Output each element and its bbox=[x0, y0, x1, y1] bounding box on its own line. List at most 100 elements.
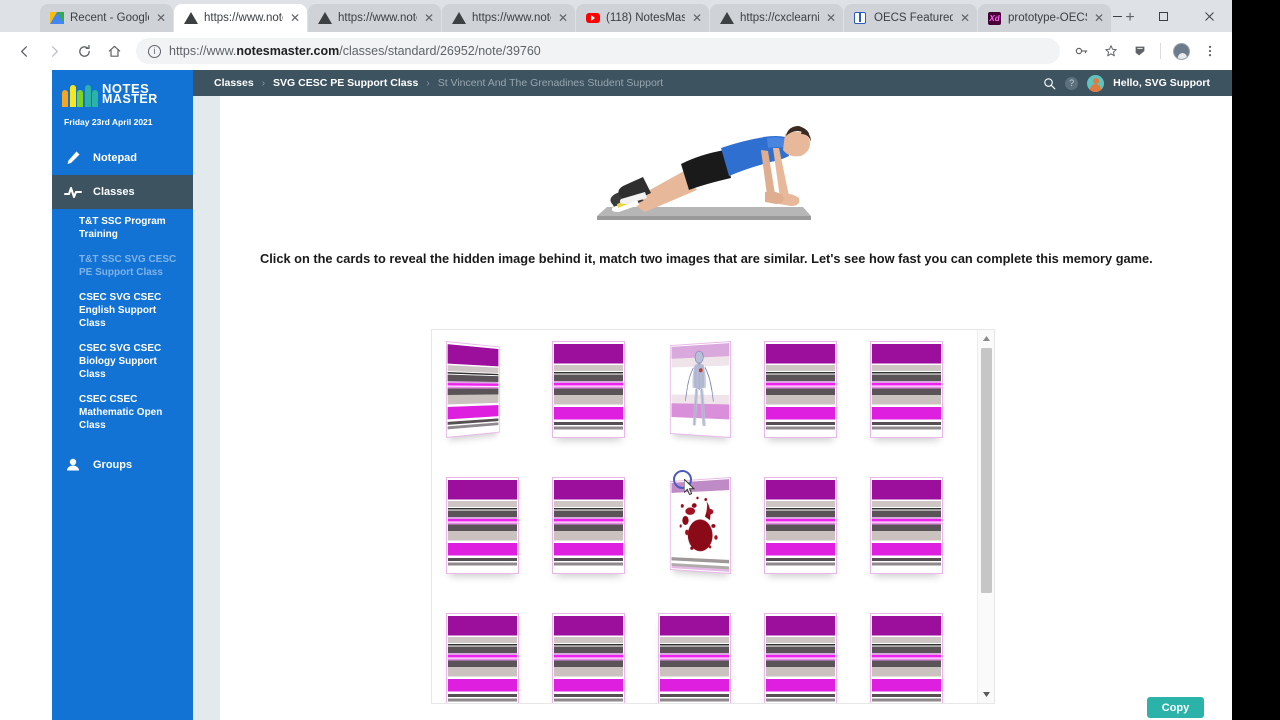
tab-title: (118) NotesMaster's Numb bbox=[606, 12, 685, 24]
card-back bbox=[764, 613, 837, 703]
sidebar-class-item[interactable]: CSEC CSEC Mathematic Open Class bbox=[52, 387, 193, 438]
browser-tab[interactable]: https://www.notesmaster.c ✕ bbox=[442, 4, 575, 32]
maximize-button[interactable] bbox=[1140, 0, 1186, 32]
memory-card-revealed[interactable] bbox=[669, 477, 731, 574]
notesmaster-logo[interactable]: NOTES MASTER bbox=[52, 70, 193, 107]
sidebar: NOTES MASTER Friday 23rd April 2021 Note… bbox=[52, 70, 193, 720]
memory-card[interactable] bbox=[870, 341, 943, 438]
reload-icon[interactable] bbox=[70, 37, 98, 65]
scroll-down-arrow-icon[interactable] bbox=[978, 686, 994, 703]
tab-close-icon[interactable]: ✕ bbox=[825, 12, 837, 24]
memory-card[interactable] bbox=[446, 613, 519, 703]
sidebar-class-item[interactable]: CSEC SVG CSEC English Support Class bbox=[52, 285, 193, 336]
memory-card[interactable] bbox=[764, 477, 837, 574]
forward-icon[interactable] bbox=[40, 37, 68, 65]
collections-icon[interactable] bbox=[1126, 37, 1154, 65]
top-bar-actions: ? Hello, SVG Support bbox=[1043, 70, 1210, 96]
scrollbar-thumb[interactable] bbox=[981, 348, 992, 593]
sidebar-class-item[interactable]: CSEC SVG CSEC Biology Support Class bbox=[52, 336, 193, 387]
close-button[interactable] bbox=[1186, 0, 1232, 32]
browser-tab[interactable]: Recent - Google Drive ✕ bbox=[40, 4, 173, 32]
sidebar-date: Friday 23rd April 2021 bbox=[64, 117, 153, 127]
tab-strip: Recent - Google Drive ✕ https://www.note… bbox=[0, 0, 1232, 32]
group-icon bbox=[64, 456, 82, 474]
memory-game-frame[interactable] bbox=[431, 329, 995, 704]
tab-close-icon[interactable]: ✕ bbox=[155, 12, 167, 24]
card-back bbox=[552, 477, 625, 574]
browser-tab[interactable]: Xd prototype-OECS-HIFI-desi ✕ bbox=[978, 4, 1111, 32]
card-back bbox=[552, 341, 625, 438]
user-avatar[interactable] bbox=[1087, 74, 1105, 92]
memory-card[interactable] bbox=[552, 613, 625, 703]
search-icon[interactable] bbox=[1043, 77, 1056, 90]
tab-close-icon[interactable]: ✕ bbox=[289, 12, 301, 24]
instruction-text: Click on the cards to reveal the hidden … bbox=[260, 251, 1153, 266]
key-icon[interactable] bbox=[1068, 37, 1096, 65]
tab-title: prototype-OECS-HIFI-desi bbox=[1008, 12, 1087, 24]
browser-tab[interactable]: (118) NotesMaster's Numb ✕ bbox=[576, 4, 709, 32]
sidebar-label: Notepad bbox=[93, 152, 137, 164]
card-front bbox=[669, 341, 731, 438]
browser-tab[interactable]: https://cxclearninginstitute ✕ bbox=[710, 4, 843, 32]
sidebar-label: Classes bbox=[93, 186, 135, 198]
sidebar-class-item-active[interactable]: T&T SSC SVG CESC PE Support Class bbox=[52, 247, 193, 285]
warning-triangle-icon bbox=[720, 11, 734, 25]
browser-tab-active[interactable]: https://www.notesmaster.c ✕ bbox=[174, 4, 307, 32]
breadcrumb-separator: › bbox=[261, 77, 266, 89]
help-question-icon[interactable]: ? bbox=[1065, 76, 1079, 90]
youtube-icon bbox=[586, 11, 600, 25]
memory-card-revealed[interactable] bbox=[669, 341, 731, 438]
memory-card[interactable] bbox=[446, 341, 500, 438]
memory-card[interactable] bbox=[764, 613, 837, 703]
bookmark-star-icon[interactable] bbox=[1097, 37, 1125, 65]
tab-close-icon[interactable]: ✕ bbox=[959, 12, 971, 24]
back-icon[interactable] bbox=[10, 37, 38, 65]
breadcrumb-class[interactable]: SVG CESC PE Support Class bbox=[273, 77, 418, 89]
oecs-icon bbox=[854, 11, 868, 25]
tab-close-icon[interactable]: ✕ bbox=[423, 12, 435, 24]
tab-close-icon[interactable]: ✕ bbox=[691, 12, 703, 24]
memory-card[interactable] bbox=[552, 477, 625, 574]
toolbar-divider bbox=[1160, 43, 1161, 59]
card-back bbox=[552, 613, 625, 703]
memory-card[interactable] bbox=[552, 341, 625, 438]
site-info-icon[interactable]: i bbox=[148, 44, 161, 58]
breadcrumb-classes[interactable]: Classes bbox=[214, 77, 254, 89]
mouse-cursor bbox=[684, 479, 695, 496]
card-row bbox=[446, 341, 943, 438]
tab-title: https://www.notesmaster.c bbox=[472, 12, 551, 24]
sidebar-item-classes[interactable]: Classes bbox=[52, 175, 193, 209]
browser-tab[interactable]: https://www.notesmaster.c ✕ bbox=[308, 4, 441, 32]
memory-card[interactable] bbox=[764, 341, 837, 438]
breadcrumb-separator: › bbox=[426, 77, 430, 89]
copy-button[interactable]: Copy bbox=[1147, 697, 1204, 718]
memory-card[interactable] bbox=[870, 613, 943, 703]
memory-card[interactable] bbox=[870, 477, 943, 574]
profile-avatar-icon[interactable] bbox=[1167, 37, 1195, 65]
card-back bbox=[658, 613, 731, 703]
memory-card[interactable] bbox=[658, 613, 731, 703]
tab-close-icon[interactable]: ✕ bbox=[557, 12, 569, 24]
address-bar[interactable]: i https://www.notesmaster.com/classes/st… bbox=[136, 38, 1060, 64]
google-drive-icon bbox=[50, 11, 64, 25]
memory-card[interactable] bbox=[446, 477, 519, 574]
game-scrollbar[interactable] bbox=[977, 330, 994, 703]
nm-logo-mark bbox=[62, 82, 98, 107]
main-pane: Classes › SVG CESC PE Support Class › St… bbox=[193, 70, 1232, 720]
sidebar-item-notepad[interactable]: Notepad bbox=[52, 141, 193, 175]
blood-splatter-image bbox=[671, 479, 730, 572]
browser-tab[interactable]: OECS Featured Groups on ✕ bbox=[844, 4, 977, 32]
hero-image-container bbox=[220, 96, 1232, 231]
note-document: Click on the cards to reveal the hidden … bbox=[220, 96, 1232, 720]
pen-icon bbox=[64, 149, 82, 167]
plank-exercise-image bbox=[597, 126, 811, 220]
toolbar-actions bbox=[1068, 37, 1224, 65]
sidebar-item-groups[interactable]: Groups bbox=[52, 448, 193, 482]
browser-window: Recent - Google Drive ✕ https://www.note… bbox=[0, 0, 1232, 720]
browser-menu-icon[interactable] bbox=[1196, 37, 1224, 65]
scroll-up-arrow-icon[interactable] bbox=[978, 330, 994, 347]
minimize-button[interactable] bbox=[1094, 0, 1140, 32]
top-bar: Classes › SVG CESC PE Support Class › St… bbox=[193, 70, 1232, 96]
home-icon[interactable] bbox=[100, 37, 128, 65]
sidebar-class-item[interactable]: T&T SSC Program Training bbox=[52, 209, 193, 247]
